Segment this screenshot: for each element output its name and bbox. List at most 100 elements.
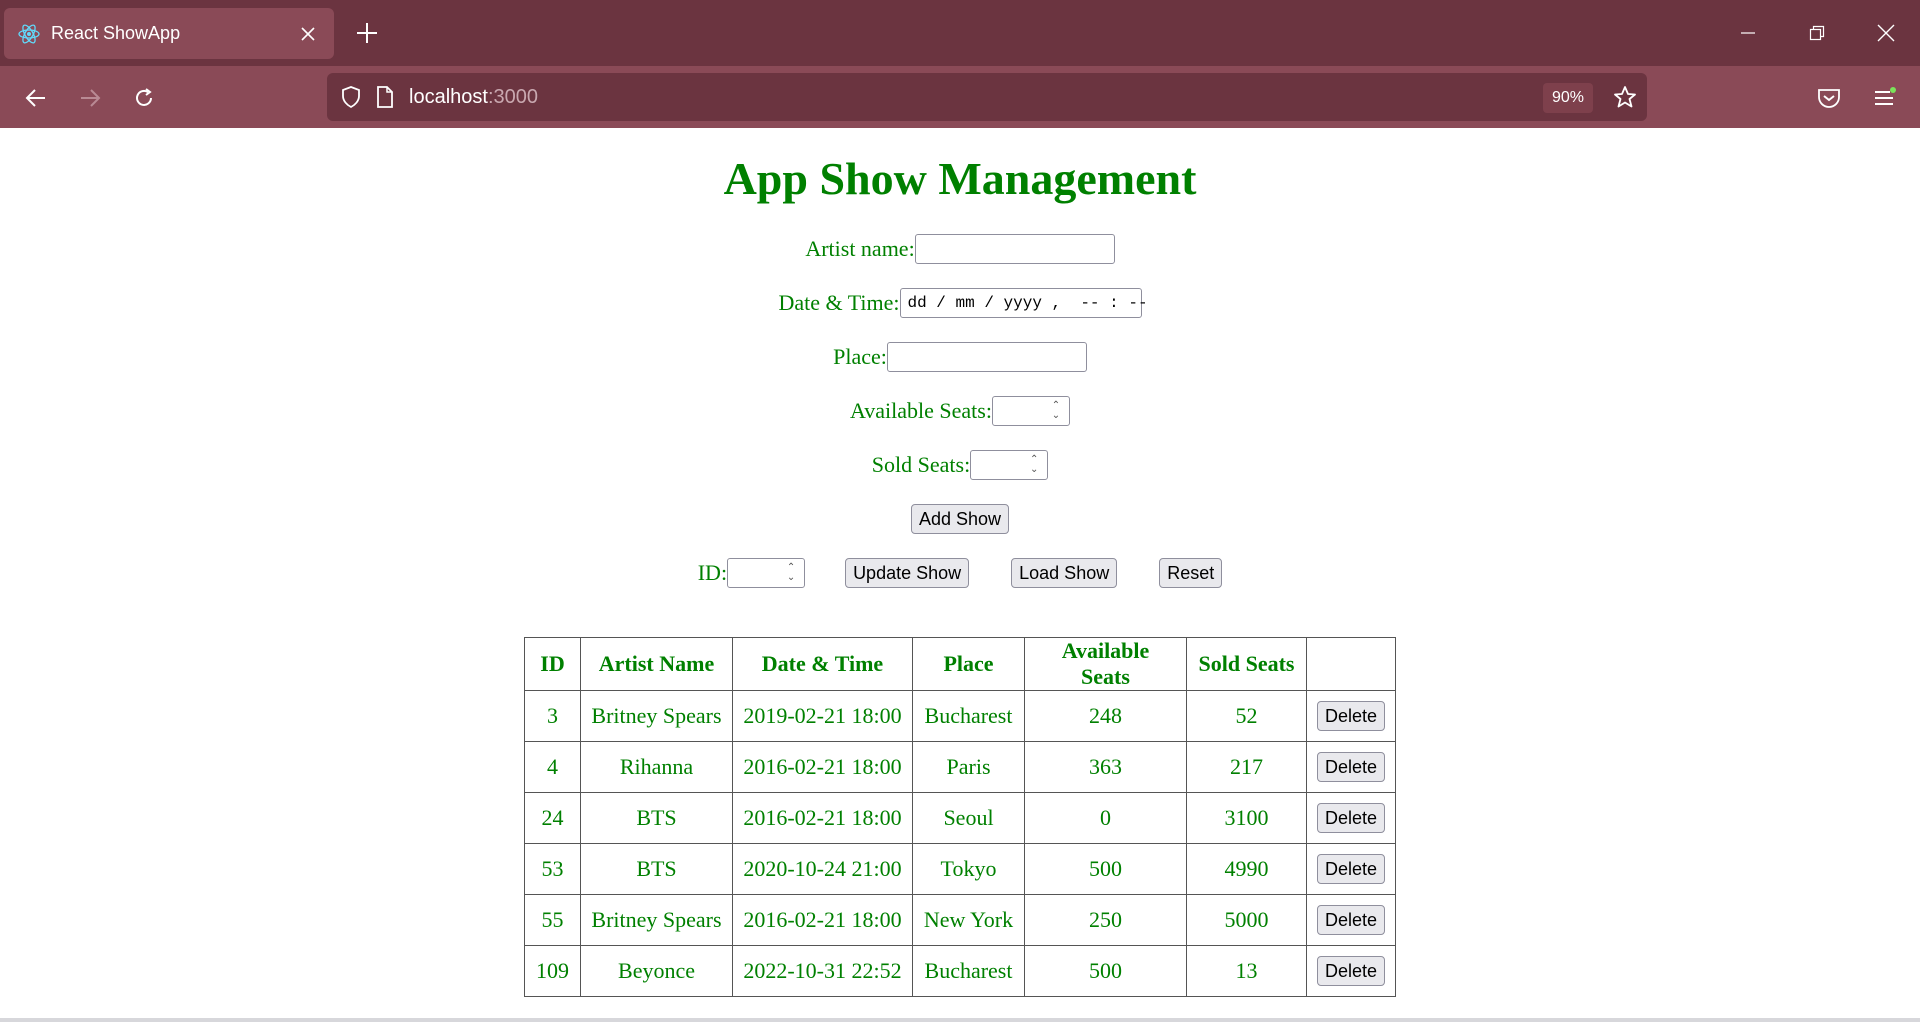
cell-id: 55: [524, 894, 581, 946]
navigation-bar: localhost:3000 90%: [0, 66, 1920, 128]
menu-icon[interactable]: [1864, 78, 1904, 118]
cell-action: Delete: [1305, 843, 1397, 895]
sold-seats-label: Sold Seats:: [871, 452, 971, 477]
cell-id: 109: [524, 945, 581, 997]
address-bar[interactable]: localhost:3000 90%: [327, 73, 1647, 121]
delete-button[interactable]: Delete: [1317, 701, 1386, 731]
cell-action: Delete: [1305, 690, 1397, 742]
table-row: 4 Rihanna 2016-02-21 18:00 Paris 363 217…: [524, 741, 1397, 793]
window-controls: [1713, 0, 1920, 66]
available-seats-input[interactable]: ⌃ ⌄: [991, 396, 1070, 426]
artist-row: Artist name:: [0, 234, 1920, 264]
cell-action: Delete: [1305, 741, 1397, 793]
cell-available: 250: [1024, 894, 1187, 946]
cell-available: 500: [1024, 945, 1187, 997]
cell-sold: 13: [1186, 945, 1307, 997]
page-bottom-edge: [0, 1018, 1920, 1022]
cell-place: Tokyo: [912, 843, 1025, 895]
datetime-label: Date & Time:: [778, 290, 900, 315]
delete-button[interactable]: Delete: [1317, 905, 1386, 935]
sold-seats-row: Sold Seats: ⌃ ⌄: [0, 450, 1920, 480]
cell-available: 363: [1024, 741, 1187, 793]
id-actions-row: ID: ⌃ ⌄ Update Show Load Show Reset: [0, 558, 1920, 588]
cell-artist: Rihanna: [580, 741, 733, 793]
column-header: ID: [524, 637, 581, 691]
cell-available: 500: [1024, 843, 1187, 895]
cell-available: 248: [1024, 690, 1187, 742]
restore-icon[interactable]: [1782, 0, 1851, 66]
page-content: App Show Management Artist name: Date & …: [0, 128, 1920, 1022]
zoom-level-badge[interactable]: 90%: [1542, 83, 1593, 113]
cell-place: Bucharest: [912, 690, 1025, 742]
forward-arrow-icon[interactable]: [70, 78, 110, 118]
delete-button[interactable]: Delete: [1317, 803, 1386, 833]
spinner-icon[interactable]: ⌃ ⌄: [1047, 399, 1065, 423]
page-icon[interactable]: [373, 85, 397, 109]
table-row: 53 BTS 2020-10-24 21:00 Tokyo 500 4990 D…: [524, 843, 1397, 895]
cell-datetime: 2019-02-21 18:00: [732, 690, 913, 742]
column-header: Sold Seats: [1186, 637, 1307, 691]
cell-id: 4: [524, 741, 581, 793]
cell-place: Bucharest: [912, 945, 1025, 997]
cell-place: New York: [912, 894, 1025, 946]
available-seats-row: Available Seats: ⌃ ⌄: [0, 396, 1920, 426]
reset-button[interactable]: Reset: [1159, 558, 1223, 588]
cell-sold: 5000: [1186, 894, 1307, 946]
add-row: Add Show: [0, 504, 1920, 534]
cell-artist: Britney Spears: [580, 690, 733, 742]
browser-tab[interactable]: React ShowApp: [4, 8, 334, 59]
minimize-icon[interactable]: [1713, 0, 1782, 66]
update-show-button[interactable]: Update Show: [845, 558, 970, 588]
spinner-icon[interactable]: ⌃ ⌄: [1025, 453, 1043, 477]
cell-datetime: 2016-02-21 18:00: [732, 741, 913, 793]
bookmark-star-icon[interactable]: [1613, 85, 1637, 109]
cell-sold: 4990: [1186, 843, 1307, 895]
delete-button[interactable]: Delete: [1317, 854, 1386, 884]
url-port: :3000: [487, 85, 538, 108]
pocket-icon[interactable]: [1809, 78, 1849, 118]
close-window-icon[interactable]: [1851, 0, 1920, 66]
cell-action: Delete: [1305, 945, 1397, 997]
close-tab-icon[interactable]: [296, 22, 320, 46]
delete-button[interactable]: Delete: [1317, 752, 1386, 782]
back-arrow-icon[interactable]: [16, 78, 56, 118]
cell-artist: BTS: [580, 843, 733, 895]
cell-place: Seoul: [912, 792, 1025, 844]
cell-artist: BTS: [580, 792, 733, 844]
artist-label: Artist name:: [805, 236, 915, 261]
cell-artist: Beyonce: [580, 945, 733, 997]
load-show-button[interactable]: Load Show: [1011, 558, 1118, 588]
cell-datetime: 2022-10-31 22:52: [732, 945, 913, 997]
react-logo-icon: [17, 22, 41, 46]
column-header: Artist Name: [580, 637, 733, 691]
cell-datetime: 2016-02-21 18:00: [732, 894, 913, 946]
table-row: 55 Britney Spears 2016-02-21 18:00 New Y…: [524, 894, 1397, 946]
tab-strip: React ShowApp: [0, 0, 1920, 66]
cell-sold: 217: [1186, 741, 1307, 793]
tab-title: React ShowApp: [51, 23, 181, 43]
url-text[interactable]: localhost:3000: [409, 86, 538, 109]
table-body: 3 Britney Spears 2019-02-21 18:00 Buchar…: [524, 690, 1397, 997]
shows-table: ID Artist Name Date & Time Place Availab…: [524, 637, 1397, 997]
artist-name-input[interactable]: [914, 234, 1115, 264]
table-row: 24 BTS 2016-02-21 18:00 Seoul 0 3100 Del…: [524, 792, 1397, 844]
datetime-input[interactable]: dd / mm / yyyy , -- : --: [899, 288, 1148, 318]
id-label: ID:: [697, 560, 728, 585]
sold-seats-input[interactable]: ⌃ ⌄: [970, 450, 1049, 480]
cell-action: Delete: [1305, 894, 1397, 946]
cell-sold: 3100: [1186, 792, 1307, 844]
table-row: 109 Beyonce 2022-10-31 22:52 Bucharest 5…: [524, 945, 1397, 997]
reload-icon[interactable]: [124, 78, 164, 118]
delete-button[interactable]: Delete: [1317, 956, 1386, 986]
new-tab-icon[interactable]: [352, 18, 382, 48]
shield-icon[interactable]: [339, 85, 363, 109]
add-show-button[interactable]: Add Show: [910, 504, 1010, 534]
page-title: App Show Management: [723, 153, 1197, 204]
spinner-icon[interactable]: ⌃ ⌄: [782, 561, 800, 585]
id-input[interactable]: ⌃ ⌄: [727, 558, 806, 588]
place-input[interactable]: [886, 342, 1087, 372]
cell-sold: 52: [1186, 690, 1307, 742]
cell-action: Delete: [1305, 792, 1397, 844]
cell-datetime: 2016-02-21 18:00: [732, 792, 913, 844]
cell-datetime: 2020-10-24 21:00: [732, 843, 913, 895]
